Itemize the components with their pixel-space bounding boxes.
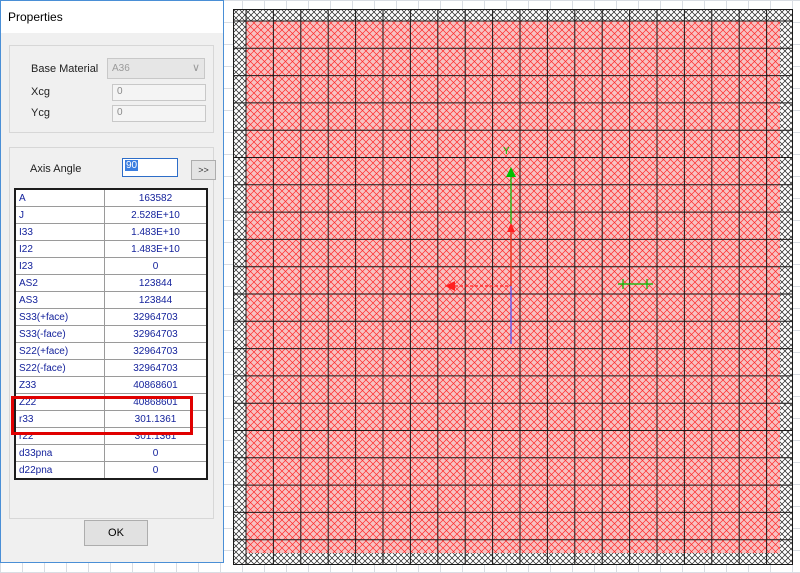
axis-y-label: Y [503,146,510,157]
property-value: 2.528E+10 [104,206,208,224]
axis-angle-input[interactable]: 90 [122,158,178,177]
section-canvas[interactable]: Y [233,9,793,565]
property-value: 0 [104,461,208,480]
xcg-field[interactable]: 0 [112,84,206,101]
property-name: J [14,206,105,224]
base-material-value: A36 [112,63,130,74]
border-left [233,9,246,565]
properties-table: A 163582 J 2.528E+10 I33 1.483E+10 I22 1.483E+1… [14,188,208,480]
property-name: I23 [14,257,105,275]
dialog-title: Properties [1,1,223,33]
property-value: 1.483E+10 [104,223,208,241]
border-bottom [233,553,793,565]
property-value: 32964703 [104,342,208,360]
table-row[interactable]: d22pna 0 [14,461,208,480]
property-name: AS3 [14,291,105,309]
property-name: A [14,188,105,207]
property-value: 123844 [104,274,208,292]
property-name: Z33 [14,376,105,394]
ycg-label: Ycg [31,107,50,119]
property-value: 32964703 [104,359,208,377]
base-material-dropdown[interactable]: A36 ∨ [107,58,205,79]
property-name: S22(-face) [14,359,105,377]
chevron-down-icon: ∨ [191,62,200,74]
ok-button[interactable]: OK [84,520,148,546]
table-row[interactable]: d33pna 0 [14,444,208,462]
property-value: 123844 [104,291,208,309]
property-value: 1.483E+10 [104,240,208,258]
table-row[interactable]: A 163582 [14,188,208,207]
property-name: AS2 [14,274,105,292]
properties-dialog: Properties Base Material A36 ∨ Xcg 0 Ycg… [0,0,224,563]
property-name: I33 [14,223,105,241]
property-value: 32964703 [104,325,208,343]
table-row[interactable]: I22 1.483E+10 [14,240,208,258]
property-name: d33pna [14,444,105,462]
xcg-label: Xcg [31,86,50,98]
property-name: S33(-face) [14,325,105,343]
property-name: d22pna [14,461,105,480]
property-name: S22(+face) [14,342,105,360]
property-value: 0 [104,444,208,462]
ycg-field[interactable]: 0 [112,105,206,122]
table-row[interactable]: I23 0 [14,257,208,275]
property-value: 163582 [104,188,208,207]
property-name: I22 [14,240,105,258]
highlight-box [11,396,193,435]
table-row[interactable]: S22(+face) 32964703 [14,342,208,360]
table-row[interactable]: S22(-face) 32964703 [14,359,208,377]
table-row[interactable]: S33(-face) 32964703 [14,325,208,343]
more-button[interactable]: >> [191,160,216,180]
section-fill [246,21,780,553]
table-row[interactable]: Z33 40868601 [14,376,208,394]
border-top [233,9,793,21]
property-value: 40868601 [104,376,208,394]
base-material-label: Base Material [31,63,99,75]
border-right [780,9,793,565]
axis-angle-label: Axis Angle [30,163,82,175]
table-row[interactable]: S33(+face) 32964703 [14,308,208,326]
property-value: 32964703 [104,308,208,326]
table-row[interactable]: I33 1.483E+10 [14,223,208,241]
table-row[interactable]: AS2 123844 [14,274,208,292]
property-name: S33(+face) [14,308,105,326]
table-row[interactable]: AS3 123844 [14,291,208,309]
property-value: 0 [104,257,208,275]
table-row[interactable]: J 2.528E+10 [14,206,208,224]
axis-angle-value: 90 [125,160,139,171]
